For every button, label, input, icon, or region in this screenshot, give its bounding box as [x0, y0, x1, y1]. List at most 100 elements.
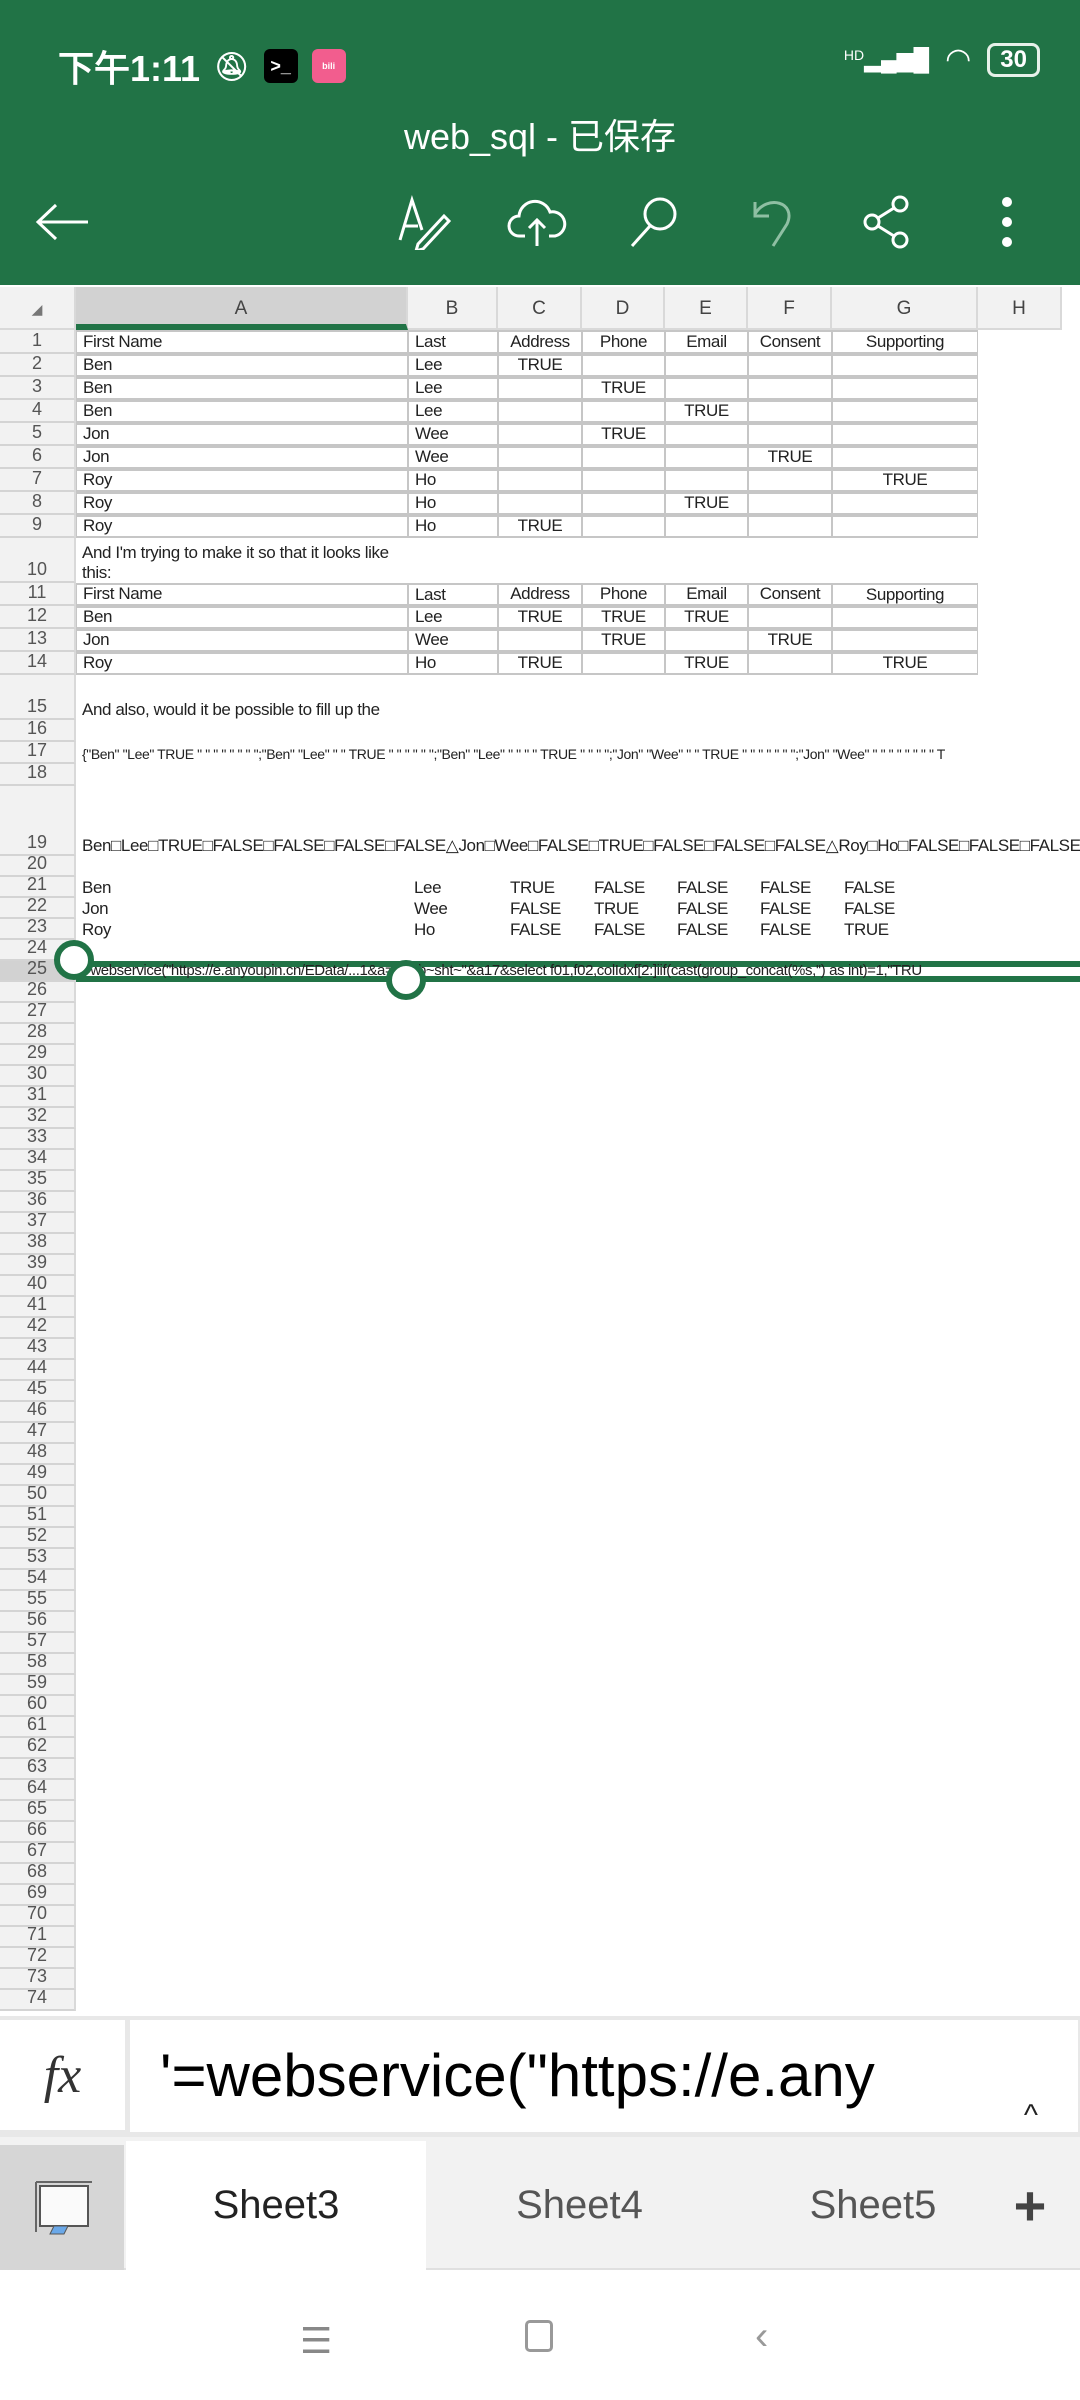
cell[interactable]: [748, 400, 832, 423]
cell[interactable]: TRUE: [582, 898, 665, 919]
cell[interactable]: Phone: [582, 330, 665, 354]
column-header-b[interactable]: B: [408, 287, 498, 330]
cell[interactable]: Ben: [76, 400, 408, 423]
row-header[interactable]: 18: [0, 762, 76, 786]
cell[interactable]: Last: [408, 330, 498, 354]
row-header[interactable]: 8: [0, 491, 76, 515]
back-button[interactable]: [30, 190, 94, 254]
column-header-a[interactable]: A: [76, 287, 408, 330]
row-header[interactable]: 1: [0, 330, 76, 354]
cell[interactable]: TRUE: [582, 606, 665, 629]
cell[interactable]: Lee: [408, 400, 498, 423]
cell[interactable]: Ben: [76, 877, 408, 898]
cell[interactable]: FALSE: [832, 877, 978, 898]
cell[interactable]: Ho: [408, 919, 498, 940]
cell[interactable]: Jon: [76, 423, 408, 446]
tab-sheet3[interactable]: Sheet3: [126, 2141, 426, 2270]
cell[interactable]: [582, 446, 665, 469]
cell[interactable]: [498, 400, 582, 423]
cell[interactable]: [665, 469, 748, 492]
cell[interactable]: [498, 629, 582, 652]
cell[interactable]: [748, 652, 832, 675]
cell[interactable]: Ben: [76, 377, 408, 400]
cell[interactable]: [582, 400, 665, 423]
cell[interactable]: Jon: [76, 898, 408, 919]
cell[interactable]: Ho: [408, 469, 498, 492]
search-button[interactable]: [622, 190, 686, 254]
upload-button[interactable]: [505, 190, 569, 254]
cell[interactable]: [832, 629, 978, 652]
cell[interactable]: Roy: [76, 492, 408, 515]
cell[interactable]: FALSE: [665, 919, 748, 940]
row-header[interactable]: 19: [0, 786, 76, 856]
cell[interactable]: [832, 377, 978, 400]
column-header-h[interactable]: H: [978, 287, 1062, 330]
cell[interactable]: TRUE: [498, 354, 582, 377]
selected-cell[interactable]: =webservice("https://e.anyoupin.cn/EData…: [76, 961, 1080, 982]
cell[interactable]: TRUE: [748, 629, 832, 652]
cell[interactable]: TRUE: [665, 606, 748, 629]
row-header[interactable]: 6: [0, 445, 76, 469]
cell[interactable]: Supporting: [832, 330, 978, 354]
cell[interactable]: [832, 606, 978, 629]
home-nav-icon[interactable]: [525, 2320, 553, 2352]
cell[interactable]: [498, 423, 582, 446]
cell[interactable]: FALSE: [665, 877, 748, 898]
sheets-overview-button[interactable]: [0, 2145, 124, 2270]
cell[interactable]: FALSE: [582, 877, 665, 898]
cell[interactable]: First Name: [76, 583, 408, 606]
cell[interactable]: Lee: [408, 606, 498, 629]
cell[interactable]: TRUE: [582, 423, 665, 446]
formula-input[interactable]: '=webservice("https://e.any ^: [130, 2020, 1078, 2132]
tab-sheet4[interactable]: Sheet4: [428, 2141, 731, 2270]
cell[interactable]: Jon: [76, 629, 408, 652]
column-header-d[interactable]: D: [582, 287, 665, 330]
cell[interactable]: TRUE: [498, 652, 582, 675]
selection-handle-start[interactable]: [54, 940, 94, 980]
add-sheet-button[interactable]: +: [990, 2141, 1070, 2270]
cell[interactable]: TRUE: [498, 515, 582, 538]
more-button[interactable]: [975, 190, 1039, 254]
row-header[interactable]: 12: [0, 605, 76, 629]
cell[interactable]: Wee: [408, 423, 498, 446]
cell[interactable]: Phone: [582, 583, 665, 606]
fx-button[interactable]: fx: [0, 2020, 125, 2130]
cell[interactable]: TRUE: [665, 400, 748, 423]
cell[interactable]: [665, 629, 748, 652]
selection-handle-end[interactable]: [386, 960, 426, 1000]
cell[interactable]: TRUE: [665, 652, 748, 675]
cell[interactable]: [582, 652, 665, 675]
cell[interactable]: Wee: [408, 898, 498, 919]
cell[interactable]: Ho: [408, 652, 498, 675]
row-header[interactable]: 4: [0, 399, 76, 423]
cell[interactable]: FALSE: [498, 919, 582, 940]
row-header[interactable]: 5: [0, 422, 76, 446]
cell[interactable]: Roy: [76, 652, 408, 675]
cell[interactable]: [832, 354, 978, 377]
expand-chevron-icon[interactable]: ^: [1024, 2060, 1038, 2132]
cell[interactable]: [748, 377, 832, 400]
cell[interactable]: TRUE: [582, 377, 665, 400]
cell[interactable]: Roy: [76, 469, 408, 492]
cell[interactable]: {"Ben" "Lee" TRUE " " " " " " " ";"Ben" …: [76, 742, 1080, 764]
cell[interactable]: TRUE: [582, 629, 665, 652]
cell[interactable]: Ho: [408, 492, 498, 515]
cell[interactable]: [748, 515, 832, 538]
row-header[interactable]: 3: [0, 376, 76, 400]
cell[interactable]: FALSE: [748, 877, 832, 898]
cell[interactable]: [582, 492, 665, 515]
row-header[interactable]: 16: [0, 718, 76, 742]
cell[interactable]: Roy: [76, 515, 408, 538]
column-header-e[interactable]: E: [665, 287, 748, 330]
menu-nav-icon[interactable]: ☰: [300, 2320, 332, 2362]
cell[interactable]: Lee: [408, 877, 498, 898]
cell[interactable]: Lee: [408, 354, 498, 377]
cell[interactable]: [582, 354, 665, 377]
cell[interactable]: TRUE: [498, 606, 582, 629]
cell[interactable]: And also, would it be possible to fill u…: [76, 675, 408, 720]
cell[interactable]: And I'm trying to make it so that it loo…: [76, 538, 408, 583]
cell[interactable]: FALSE: [832, 898, 978, 919]
row-header[interactable]: 13: [0, 628, 76, 652]
cell[interactable]: Ho: [408, 515, 498, 538]
cell[interactable]: Ben□Lee□TRUE□FALSE□FALSE□FALSE□FALSE△Jon…: [76, 786, 1080, 856]
